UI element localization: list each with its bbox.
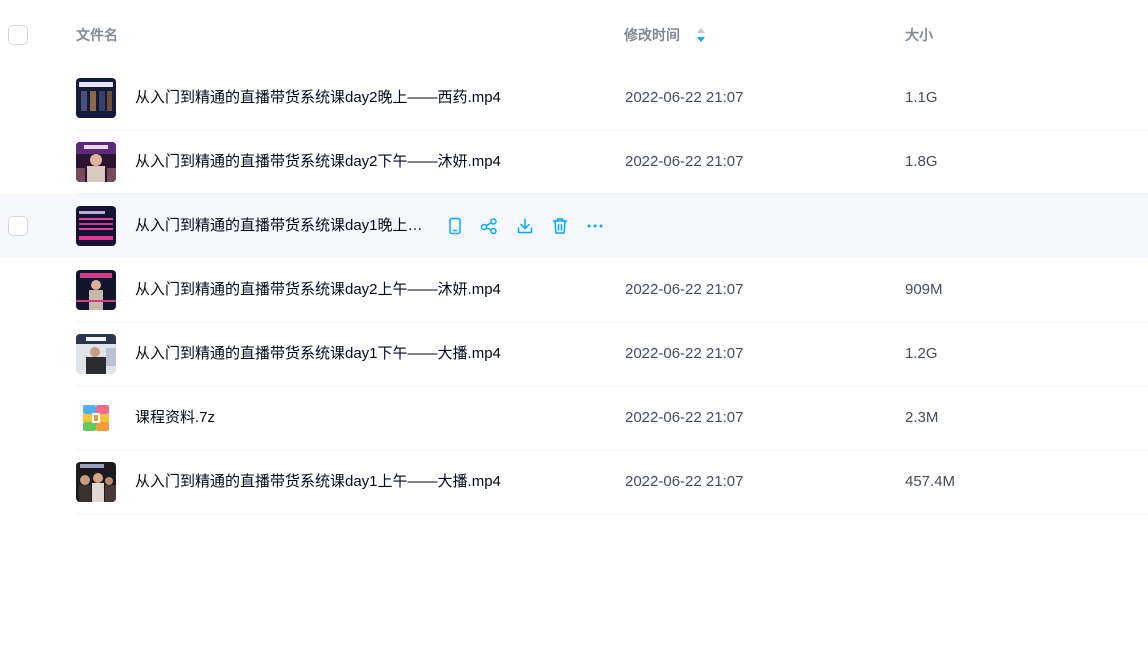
column-header-modified[interactable]: 修改时间 xyxy=(624,26,680,44)
file-modified: 2022-06-22 21:07 xyxy=(625,153,744,170)
file-name[interactable]: 从入门到精通的直播带货系统课day1下午——大播.mp4 xyxy=(135,345,501,363)
video-thumb xyxy=(76,334,116,374)
file-size: 909M xyxy=(905,281,943,298)
file-size: 1.1G xyxy=(905,89,938,106)
file-size: 1.8G xyxy=(905,153,938,170)
row-checkbox[interactable] xyxy=(8,216,28,236)
video-thumb xyxy=(76,78,116,118)
file-size: 2.3M xyxy=(905,409,939,426)
table-header: 文件名 修改时间 大小 xyxy=(0,0,1148,67)
more-icon[interactable] xyxy=(585,216,605,236)
file-row[interactable]: 从入门到精通的直播带货系统课day1上午——大播.mp4 2022-06-22 … xyxy=(0,450,1148,514)
file-name[interactable]: 从入门到精通的直播带货系统课day2晚上——西药.mp4 xyxy=(135,89,501,107)
video-thumb xyxy=(76,270,116,310)
file-list: 文件名 修改时间 大小 从入门到精通的直播带货系统课day2晚上——西药.mp4… xyxy=(0,0,1148,648)
video-thumb xyxy=(76,142,116,182)
file-name[interactable]: 从入门到精通的直播带货系统课day2下午——沐妍.mp4 xyxy=(135,153,501,171)
video-thumb xyxy=(76,206,116,246)
select-all-checkbox[interactable] xyxy=(8,25,28,45)
file-name[interactable]: 从入门到精通的直播带货系统课day1上午——大播.mp4 xyxy=(135,473,501,491)
file-modified: 2022-06-22 21:07 xyxy=(625,345,744,362)
file-modified: 2022-06-22 21:07 xyxy=(625,409,744,426)
file-name[interactable]: 从入门到精通的直播带货系统课day2上午——沐妍.mp4 xyxy=(135,281,501,299)
file-size: 1.2G xyxy=(905,345,938,362)
file-name[interactable]: 课程资料.7z xyxy=(135,409,215,427)
file-row[interactable]: 从入门到精通的直播带货系统课day2下午——沐妍.mp4 2022-06-22 … xyxy=(0,130,1148,194)
file-modified: 2022-06-22 21:07 xyxy=(625,281,744,298)
file-row[interactable]: 课程资料.7z 2022-06-22 21:07 2.3M xyxy=(0,386,1148,450)
sort-icon[interactable] xyxy=(696,27,706,43)
file-row[interactable]: 从入门到精通的直播带货系统课day1下午——大播.mp4 2022-06-22 … xyxy=(0,322,1148,386)
row-divider xyxy=(76,513,1148,514)
file-modified: 2022-06-22 21:07 xyxy=(625,89,744,106)
file-row[interactable]: 从入门到精通的直播带货系统课day2上午——沐妍.mp4 2022-06-22 … xyxy=(0,258,1148,322)
file-name[interactable]: 从入门到精通的直播带货系统课day1晚上——西药.mp4 xyxy=(135,217,425,235)
file-row[interactable]: 从入门到精通的直播带货系统课day2晚上——西药.mp4 2022-06-22 … xyxy=(0,66,1148,130)
file-row[interactable]: 从入门到精通的直播带货系统课day1晚上——西药.mp4 xyxy=(0,194,1148,258)
video-thumb xyxy=(76,462,116,502)
delete-icon[interactable] xyxy=(550,216,570,236)
phone-icon[interactable] xyxy=(445,216,465,236)
column-header-name[interactable]: 文件名 xyxy=(76,26,118,44)
download-icon[interactable] xyxy=(515,216,535,236)
column-header-size[interactable]: 大小 xyxy=(905,26,933,44)
file-modified: 2022-06-22 21:07 xyxy=(625,473,744,490)
archive-icon xyxy=(76,398,116,438)
file-size: 457.4M xyxy=(905,473,956,490)
share-icon[interactable] xyxy=(479,216,499,236)
